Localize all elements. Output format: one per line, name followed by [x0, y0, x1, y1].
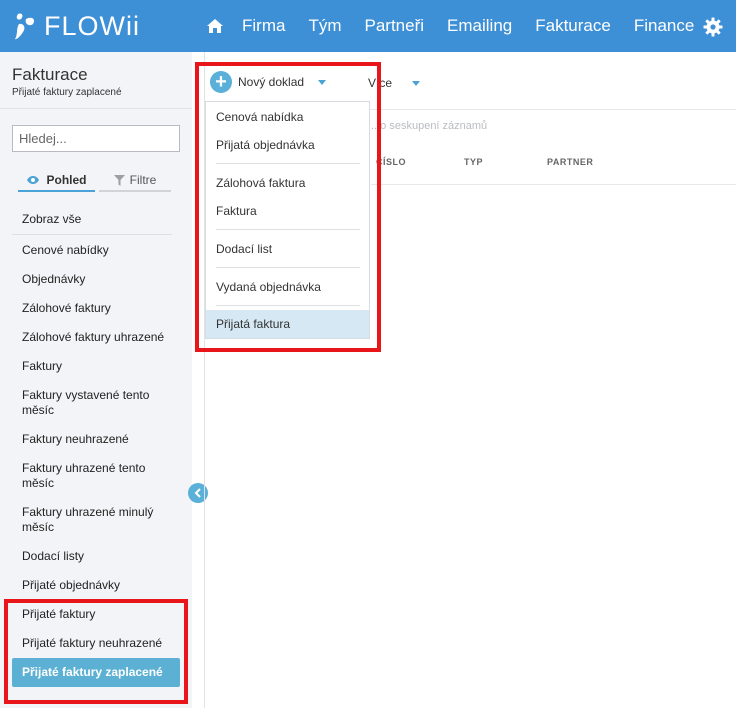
nav-item-partneri[interactable]: Partneři: [365, 0, 425, 52]
top-bar: FLOWii Firma Tým Partneři Emailing Faktu…: [0, 0, 736, 52]
page-subtitle: Přijaté faktury zaplacené: [12, 87, 122, 98]
nav-item-emailing[interactable]: Emailing: [447, 0, 512, 52]
logo-icon: [15, 13, 35, 40]
chevron-left-icon: [194, 488, 201, 498]
sidebar-separator: [12, 234, 172, 235]
sidebar-item-zalohove-faktury[interactable]: Zálohové faktury: [22, 301, 172, 316]
filter-icon: [113, 174, 125, 186]
logo-text: FLOWii: [44, 10, 140, 41]
tab-filtre-label: Filtre: [129, 173, 157, 187]
main-nav: Firma Tým Partneři Emailing Fakturace Fi…: [200, 0, 717, 52]
sidebar-item-faktury-neuhrazene[interactable]: Faktury neuhrazené: [22, 432, 172, 447]
nav-home[interactable]: [200, 0, 230, 52]
tab-pohled[interactable]: Pohled: [18, 170, 95, 192]
column-header-typ[interactable]: TYP: [464, 157, 483, 167]
sidebar-item-faktury-uhrazene-tento[interactable]: Faktury uhrazené tento měsíc: [22, 461, 172, 491]
table-header-divider: [371, 184, 736, 185]
nav-item-finance[interactable]: Finance: [634, 0, 694, 52]
nav-item-fakturace[interactable]: Fakturace: [535, 0, 611, 52]
nav-item-firma[interactable]: Firma: [242, 0, 285, 52]
highlight-box-sidebar: [4, 599, 188, 704]
chevron-down-icon: [412, 80, 421, 86]
gear-icon[interactable]: [703, 17, 723, 37]
column-header-partner[interactable]: PARTNER: [547, 157, 593, 167]
eye-icon: [27, 176, 40, 184]
home-icon: [207, 19, 223, 33]
sidebar-item-objednavky[interactable]: Objednávky: [22, 272, 172, 287]
sidebar-divider: [0, 108, 192, 109]
flowii-logo[interactable]: FLOWii: [12, 8, 140, 44]
sidebar-item-faktury[interactable]: Faktury: [22, 359, 172, 374]
collapse-sidebar-button[interactable]: [188, 483, 208, 503]
highlight-box-dropdown: [195, 62, 381, 352]
sidebar-item-faktury-vystavene[interactable]: Faktury vystavené tento měsíc: [22, 388, 172, 418]
nav-item-tym[interactable]: Tým: [308, 0, 341, 52]
sidebar-item-faktury-uhrazene-minuly[interactable]: Faktury uhrazené minulý měsíc: [22, 505, 172, 535]
sidebar-item-cenove-nabidky[interactable]: Cenové nabídky: [22, 243, 172, 258]
sidebar-item-zobraz-vse[interactable]: Zobraz vše: [22, 212, 172, 227]
group-hint: ...o seskupení záznamů: [371, 120, 488, 132]
sidebar-item-zalohove-faktury-uhrazene[interactable]: Zálohové faktury uhrazené: [22, 330, 172, 345]
tab-filtre[interactable]: Filtre: [99, 170, 171, 192]
page-title: Fakturace: [12, 65, 88, 84]
tab-pohled-label: Pohled: [46, 173, 87, 187]
search-input[interactable]: [12, 125, 180, 152]
sidebar-item-dodaci-listy[interactable]: Dodací listy: [22, 549, 172, 564]
sidebar-item-prijate-objednavky[interactable]: Přijaté objednávky: [22, 578, 172, 593]
